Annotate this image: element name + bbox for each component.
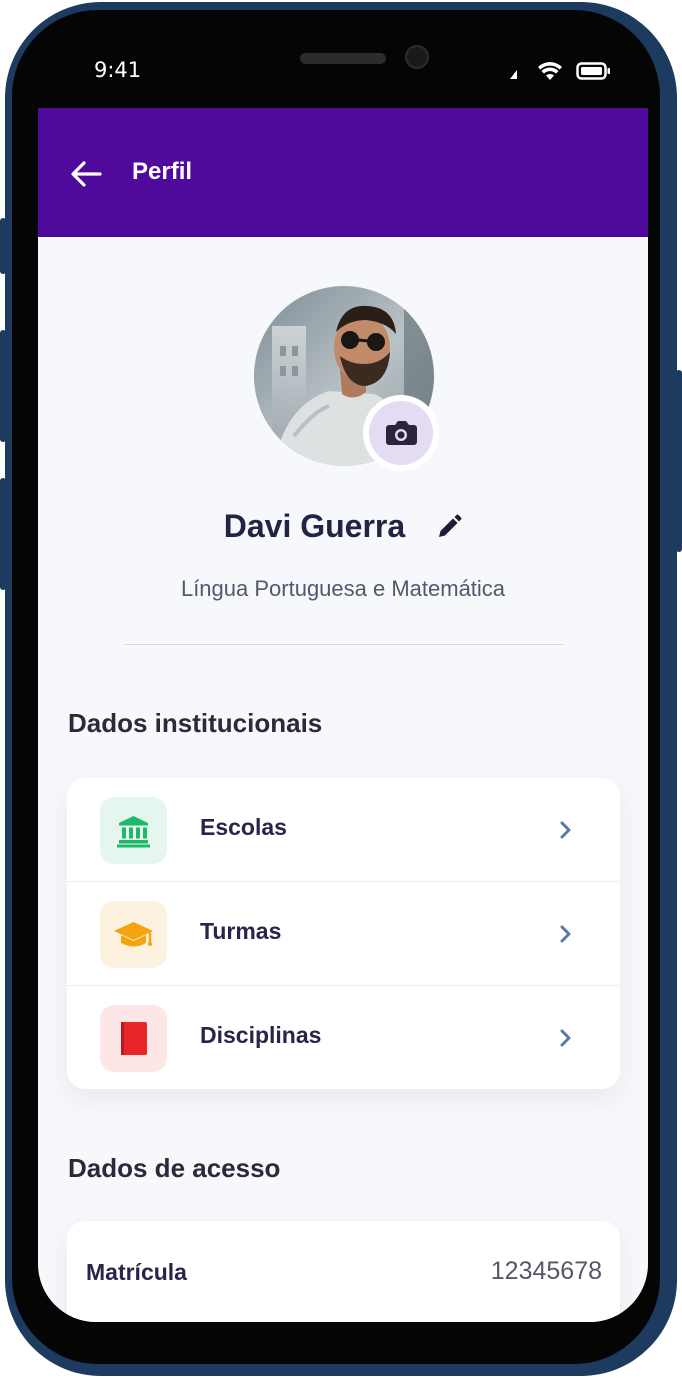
- signal-icon: [510, 70, 517, 79]
- app-header: Perfil: [38, 108, 648, 237]
- page-title: Perfil: [132, 158, 193, 185]
- list-item-label: Turmas: [200, 918, 282, 944]
- earpiece-speaker: [300, 53, 386, 64]
- profile-name-row: Davi Guerra: [38, 508, 648, 545]
- list-item-label: Escolas: [200, 814, 287, 840]
- access-row-matricula: Matrícula 12345678: [67, 1221, 620, 1322]
- section-title-access: Dados de acesso: [68, 1153, 281, 1183]
- institutional-card: Escolas Turmas Disciplinas: [67, 778, 620, 1089]
- divider: [124, 644, 564, 645]
- app-screen: Perfil Davi Guerra Língua Portuguesa e M…: [38, 108, 648, 1322]
- chevron-right-icon: [560, 1029, 571, 1047]
- mute-switch: [0, 218, 6, 274]
- volume-up-button: [0, 330, 6, 442]
- access-key: Matrícula: [86, 1259, 187, 1285]
- battery-icon: [576, 62, 610, 80]
- bank-icon: [100, 797, 167, 864]
- wifi-icon: [538, 62, 562, 80]
- status-time: 9:41: [94, 58, 142, 82]
- front-camera: [405, 45, 429, 69]
- status-icons: [508, 58, 618, 82]
- list-item-turmas[interactable]: Turmas: [67, 882, 620, 986]
- volume-down-button: [0, 478, 6, 590]
- access-card: Matrícula 12345678: [67, 1221, 620, 1322]
- profile-subtitle: Língua Portuguesa e Matemática: [180, 576, 506, 601]
- graduation-cap-icon: [100, 901, 167, 968]
- pencil-icon: [439, 514, 462, 537]
- list-item-label: Disciplinas: [200, 1022, 322, 1048]
- camera-icon: [386, 421, 417, 445]
- edit-name-button[interactable]: [436, 514, 462, 540]
- list-item-escolas[interactable]: Escolas: [67, 778, 620, 882]
- power-button: [676, 370, 682, 552]
- arrow-left-icon: [71, 161, 102, 187]
- change-photo-button[interactable]: [363, 395, 439, 471]
- back-button[interactable]: [66, 156, 106, 192]
- profile-name: Davi Guerra: [223, 508, 406, 544]
- section-title-institutional: Dados institucionais: [68, 708, 323, 738]
- chevron-right-icon: [560, 925, 571, 943]
- access-value: 12345678: [490, 1257, 602, 1285]
- list-item-disciplinas[interactable]: Disciplinas: [67, 986, 620, 1089]
- book-icon: [100, 1005, 167, 1072]
- chevron-right-icon: [560, 821, 571, 839]
